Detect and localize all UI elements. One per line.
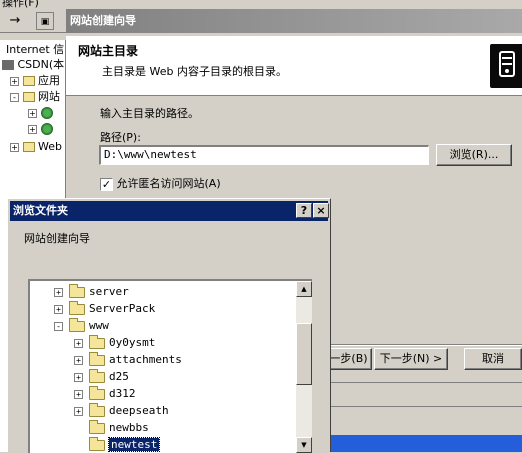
expand-icon[interactable]: + (10, 142, 19, 152)
scroll-up-icon[interactable]: ▲ (296, 281, 312, 297)
expand-icon[interactable]: + (10, 76, 19, 86)
folder-label: ServerPack (89, 302, 156, 315)
toolbar: → ▣ (0, 9, 66, 33)
folder-item-server[interactable]: + server (54, 283, 129, 300)
expand-icon[interactable]: + (74, 355, 83, 365)
folder-icon (69, 283, 85, 298)
collapse-icon[interactable]: - (54, 321, 63, 331)
arrow-right-icon[interactable]: → (6, 12, 24, 30)
close-icon[interactable]: × (313, 203, 329, 218)
folder-item-attachments[interactable]: + attachments (74, 351, 182, 368)
folder-icon (22, 142, 35, 152)
wizard-header: 网站主目录 主目录是 Web 内容子目录的根目录。 (66, 36, 522, 96)
cancel-button[interactable]: 取消 (464, 348, 522, 370)
tree-item-site-1[interactable]: + (28, 106, 53, 120)
expand-icon[interactable]: + (74, 338, 83, 348)
browse-folder-dialog: 浏览文件夹 ? × 网站创建向导 + server + ServerPack - www +… (7, 198, 331, 453)
folder-icon (89, 368, 105, 383)
help-icon[interactable]: ? (296, 203, 312, 218)
page-title: 网站主目录 (78, 44, 139, 58)
folder-icon (89, 402, 105, 417)
folder-icon (89, 436, 105, 451)
path-prompt: 输入主目录的路径。 (100, 107, 199, 120)
globe-icon (40, 107, 53, 119)
folder-label: www (89, 319, 109, 332)
next-button[interactable]: 下一步(N) > (374, 348, 448, 370)
menu-item-action[interactable]: 操作(F) (2, 0, 39, 8)
expand-icon[interactable]: + (28, 108, 37, 118)
wizard-logo-icon (490, 44, 522, 88)
folder-item-d312[interactable]: + d312 (74, 385, 136, 402)
browse-description: 网站创建向导 (24, 232, 90, 245)
allow-anonymous-checkbox[interactable]: ✓ (100, 177, 113, 191)
tree-item-web-extensions[interactable]: + Web (10, 140, 62, 154)
folder-item-newtest[interactable]: newtest (74, 436, 161, 453)
wizard-title-bar[interactable]: 网站创建向导 (66, 9, 522, 33)
folder-icon (89, 385, 105, 400)
tree-item-apppools[interactable]: + 应用 (10, 74, 60, 88)
folder-icon (22, 76, 35, 86)
path-input[interactable]: D:\www\newtest (99, 145, 429, 165)
browse-dialog-title-bar[interactable]: 浏览文件夹 ? × (10, 201, 329, 221)
folder-label: attachments (109, 353, 182, 366)
allow-anonymous-checkbox-row[interactable]: ✓ 允许匿名访问网站(A) (100, 175, 221, 191)
folder-item-0y0ysmt[interactable]: +0y0ysmt (74, 334, 155, 351)
tree-item-internet[interactable]: Internet 信 (6, 43, 64, 57)
folder-icon (89, 351, 105, 366)
folder-icon (89, 419, 105, 434)
expand-icon[interactable]: + (54, 287, 63, 297)
menubar: 操作(F) (0, 0, 66, 8)
folder-label: newbbs (109, 421, 149, 434)
folder-label: 0y0ysmt (109, 336, 156, 349)
collapse-icon[interactable]: - (10, 92, 19, 102)
tree-item-websites[interactable]: - 网站 (10, 90, 60, 104)
computer-icon (2, 60, 14, 70)
folder-item-serverpack[interactable]: + ServerPack (54, 300, 155, 317)
folder-label: server (89, 285, 129, 298)
folder-label: d312 (109, 387, 136, 400)
folder-icon (22, 92, 35, 102)
folder-label: deepseath (109, 404, 169, 417)
browse-button[interactable]: 浏览(R)... (436, 144, 512, 166)
globe-icon (40, 123, 53, 135)
folder-item-deepseath[interactable]: + deepseath (74, 402, 169, 419)
folder-item-d25[interactable]: + d25 (74, 368, 129, 385)
folder-item-newbbs[interactable]: newbbs (74, 419, 149, 436)
folder-label: d25 (109, 370, 129, 383)
folder-label: newtest (107, 437, 161, 452)
folder-icon (89, 334, 105, 349)
browse-dialog-title: 浏览文件夹 (13, 204, 68, 217)
page-subtitle: 主目录是 Web 内容子目录的根目录。 (102, 65, 287, 78)
expand-icon[interactable]: + (54, 304, 63, 314)
tree-item-site-2[interactable]: + (28, 122, 53, 136)
tree-item-server[interactable]: CSDN(本 (2, 58, 64, 72)
scroll-thumb[interactable] (296, 323, 312, 385)
expand-icon[interactable]: + (28, 124, 37, 134)
show-hide-tree-icon[interactable]: ▣ (36, 12, 54, 30)
allow-anonymous-label: 允许匿名访问网站(A) (116, 177, 221, 190)
vertical-scrollbar[interactable]: ▲ ▼ (296, 281, 312, 453)
expand-icon[interactable]: + (74, 406, 83, 416)
expand-icon[interactable]: + (74, 372, 83, 382)
folder-icon (69, 300, 85, 315)
scroll-down-icon[interactable]: ▼ (296, 437, 312, 453)
path-label: 路径(P): (100, 131, 141, 144)
folder-tree[interactable]: + server + ServerPack - www +0y0ysmt + attachmen… (28, 279, 312, 453)
folder-item-www[interactable]: - www (54, 317, 109, 334)
open-folder-icon (69, 317, 85, 332)
expand-icon[interactable]: + (74, 389, 83, 399)
